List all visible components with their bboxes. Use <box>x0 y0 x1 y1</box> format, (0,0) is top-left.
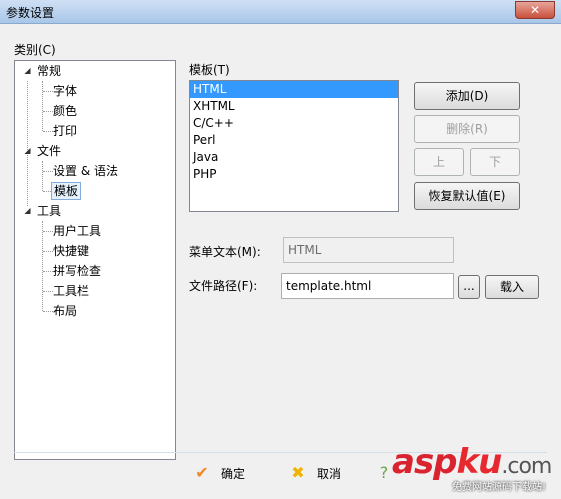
browse-button[interactable]: ... <box>458 275 480 299</box>
tree-guide-line <box>42 221 43 311</box>
cancel-button[interactable]: ✖ 取消 <box>289 463 359 485</box>
help-icon: ? <box>379 463 389 482</box>
list-item[interactable]: PHP <box>190 166 398 183</box>
list-item[interactable]: XHTML <box>190 98 398 115</box>
tree-guide-line <box>42 81 43 131</box>
cross-icon: ✖ <box>291 463 305 482</box>
title-bar: 参数设置 ✕ <box>0 0 561 24</box>
tree-node-color[interactable]: 颜色 <box>53 102 77 120</box>
site-watermark: aspku.com <box>392 442 552 482</box>
move-up-button[interactable]: 上 <box>414 148 464 176</box>
tree-node-file[interactable]: 文件 <box>37 142 61 160</box>
tree-guide-line <box>27 81 28 206</box>
tree-node-toolbar[interactable]: 工具栏 <box>53 282 89 300</box>
delete-button[interactable]: 删除(R) <box>414 115 520 143</box>
close-icon: ✕ <box>529 3 541 17</box>
tree-node-user-tools[interactable]: 用户工具 <box>53 222 101 240</box>
list-item[interactable]: Java <box>190 149 398 166</box>
tree-connector <box>43 291 53 292</box>
category-label: 类别(C) <box>14 43 56 57</box>
collapse-icon[interactable]: ◢ <box>23 146 32 155</box>
close-button[interactable]: ✕ <box>515 1 555 19</box>
tree-node-spellcheck[interactable]: 拼写检查 <box>53 262 101 280</box>
tree-guide-line <box>42 161 43 191</box>
menu-text-field: HTML <box>283 237 454 263</box>
list-item[interactable]: Perl <box>190 132 398 149</box>
menu-text-label: 菜单文本(M): <box>189 245 261 259</box>
collapse-icon[interactable]: ◢ <box>23 66 32 75</box>
tree-connector <box>43 91 53 92</box>
window-title: 参数设置 <box>6 6 55 20</box>
tree-node-tools[interactable]: 工具 <box>37 202 61 220</box>
tree-node-shortcuts[interactable]: 快捷键 <box>53 242 89 260</box>
list-item[interactable]: C/C++ <box>190 115 398 132</box>
tree-connector <box>43 191 51 192</box>
watermark-subtext: 免费网站源码下载站! <box>452 482 547 493</box>
collapse-icon[interactable]: ◢ <box>23 206 32 215</box>
preferences-dialog: 类别(C) ◢ 常规 字体 颜色 打印 ◢ 文件 设置 & 语法 模板 ◢ 工具… <box>0 24 561 499</box>
checkmark-icon: ✔ <box>195 463 209 482</box>
tree-connector <box>43 171 53 172</box>
tree-connector <box>43 311 53 312</box>
tree-node-syntax-settings[interactable]: 设置 & 语法 <box>53 162 118 180</box>
tree-node-general[interactable]: 常规 <box>37 62 61 80</box>
move-down-button[interactable]: 下 <box>470 148 520 176</box>
file-path-field[interactable]: template.html <box>281 273 454 299</box>
tree-connector <box>43 111 53 112</box>
template-list[interactable]: HTML XHTML C/C++ Perl Java PHP <box>189 80 399 212</box>
ok-button[interactable]: ✔ 确定 <box>193 463 263 485</box>
list-item[interactable]: HTML <box>190 81 398 98</box>
tree-connector <box>43 271 53 272</box>
restore-defaults-button[interactable]: 恢复默认值(E) <box>414 182 520 210</box>
tree-node-font[interactable]: 字体 <box>53 82 77 100</box>
tree-node-layout[interactable]: 布局 <box>53 302 77 320</box>
tree-connector <box>43 231 53 232</box>
tree-node-print[interactable]: 打印 <box>53 122 77 140</box>
tree-node-template[interactable]: 模板 <box>51 182 82 200</box>
add-button[interactable]: 添加(D) <box>414 82 520 110</box>
tree-connector <box>43 131 53 132</box>
tree-connector <box>43 251 53 252</box>
file-path-label: 文件路径(F): <box>189 279 258 293</box>
template-label: 模板(T) <box>189 63 230 77</box>
category-tree[interactable]: ◢ 常规 字体 颜色 打印 ◢ 文件 设置 & 语法 模板 ◢ 工具 用户工具 … <box>14 60 176 460</box>
load-button[interactable]: 载入 <box>485 275 539 299</box>
